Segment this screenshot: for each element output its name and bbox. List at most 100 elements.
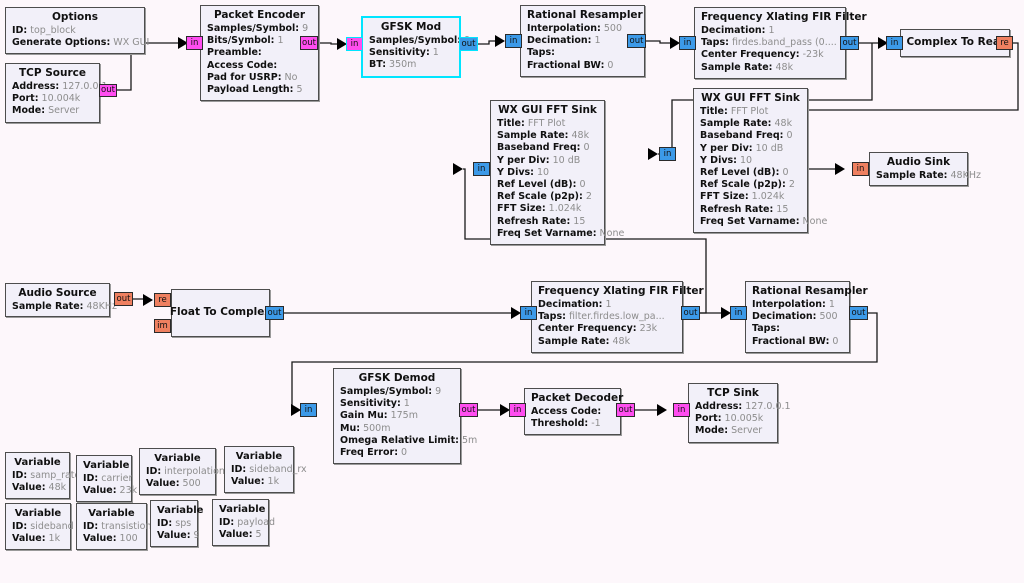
block-float-to-complex[interactable]: Float To Complex	[170, 289, 271, 337]
block-title: Variable	[83, 460, 130, 471]
block-title: Variable	[157, 505, 204, 516]
param-row: Decimation: 1	[538, 299, 612, 310]
block-fft-sink-right[interactable]: WX GUI FFT Sink Title: FFT Plot Sample R…	[693, 88, 827, 234]
param-row: Freq Error: 0	[340, 447, 408, 459]
block-packet-encoder[interactable]: Packet Encoder Samples/Symbol: 9 Bits/Sy…	[200, 5, 319, 102]
param-row: Baseband Freq: 0	[497, 142, 590, 154]
arrowhead	[657, 404, 667, 416]
param-row: Payload Length: 5	[207, 84, 303, 96]
port-out-gfsk-mod[interactable]: out	[459, 37, 478, 51]
param-row: ID: samp_rate	[12, 470, 81, 481]
port-in-gfsk-mod[interactable]: in	[346, 37, 363, 51]
block-variable-payload[interactable]: Variable ID: payload Value: 5	[212, 499, 276, 547]
block-title: Complex To Real	[906, 36, 1004, 48]
param-row: Port: 10.005k	[695, 413, 764, 425]
param-row: Value: 500	[146, 478, 201, 490]
block-title: Variable	[235, 451, 283, 462]
param-row: Fractional BW: 0	[527, 59, 614, 71]
flowgraph-canvas[interactable]: Options ID: top_block Generate Options: …	[0, 0, 1024, 583]
block-tcp-sink[interactable]: TCP Sink Address: 127.0.0.1 Port: 10.005…	[688, 383, 791, 443]
port-out-freq-xlating-fir-tx[interactable]: out	[840, 36, 859, 50]
arrowhead	[143, 294, 153, 306]
block-audio-source[interactable]: Audio Source Sample Rate: 48KHz	[5, 283, 117, 317]
param-row: Y Divs: 10	[700, 154, 753, 166]
param-row: Value: 48k	[12, 482, 67, 494]
port-in-freq-xlating-fir-rx[interactable]: in	[520, 306, 537, 320]
port-out-audio-source[interactable]: out	[114, 292, 133, 306]
param-row: FFT Size: 1.024k	[700, 191, 785, 203]
port-in-packet-decoder[interactable]: in	[509, 403, 526, 417]
block-variable-carrier[interactable]: Variable ID: carrier Value: 23k	[76, 455, 137, 503]
block-title: TCP Source	[19, 67, 86, 79]
param-row: Refresh Rate: 15	[497, 215, 586, 227]
param-row: Y per Div: 10 dB	[700, 142, 784, 154]
param-row: ID: top_block	[12, 25, 76, 36]
port-re-complex-to-real[interactable]: re	[996, 36, 1013, 50]
port-out-gfsk-demod[interactable]: out	[459, 403, 478, 417]
port-out-packet-decoder[interactable]: out	[616, 403, 635, 417]
arrowhead	[648, 148, 658, 160]
port-in-rational-resampler-rx[interactable]: in	[730, 306, 747, 320]
block-audio-sink[interactable]: Audio Sink Sample Rate: 48KHz	[869, 152, 981, 186]
block-gfsk-mod[interactable]: GFSK Mod Samples/Symbol: 9 Sensitivity: …	[361, 16, 470, 78]
block-title: Audio Source	[18, 287, 97, 299]
param-row: ID: interpolation	[146, 466, 225, 477]
block-title: Variable	[219, 504, 266, 515]
port-in-rational-resampler-tx[interactable]: in	[505, 34, 522, 48]
port-in-freq-xlating-fir-tx[interactable]: in	[679, 36, 696, 50]
param-row: Mode: Server	[695, 425, 763, 437]
block-variable-transistion[interactable]: Variable ID: transistion Value: 100	[76, 503, 152, 551]
param-row: Decimation: 500	[752, 311, 838, 323]
param-row: FFT Size: 1.024k	[497, 203, 582, 215]
param-row: ID: transistion	[83, 521, 152, 532]
block-variable-samp-rate[interactable]: Variable ID: samp_rate Value: 48k	[5, 452, 81, 500]
param-row: Sample Rate: 48k	[700, 118, 793, 130]
port-out-rational-resampler-rx[interactable]: out	[849, 306, 868, 320]
arrowhead	[453, 163, 463, 175]
port-in-fft-sink-left[interactable]: in	[473, 162, 490, 176]
param-row: Samples/Symbol: 9	[207, 23, 309, 34]
param-row: Sample Rate: 48k	[497, 130, 590, 142]
port-re-float-to-complex[interactable]: re	[154, 293, 171, 307]
block-complex-to-real[interactable]: Complex To Real	[900, 29, 1010, 57]
block-variable-interpolation[interactable]: Variable ID: interpolation Value: 500	[139, 448, 225, 496]
port-in-complex-to-real[interactable]: in	[886, 36, 903, 50]
param-row: Access Code:	[531, 406, 602, 417]
param-row: ID: carrier	[83, 473, 133, 484]
block-gfsk-demod[interactable]: GFSK Demod Samples/Symbol: 9 Sensitivity…	[333, 368, 477, 465]
port-out-rational-resampler-tx[interactable]: out	[627, 34, 646, 48]
block-tcp-source[interactable]: TCP Source Address: 127.0.0.1 Port: 10.0…	[5, 63, 108, 123]
param-row: Preamble:	[207, 47, 262, 59]
port-in-audio-sink[interactable]: in	[852, 162, 869, 176]
param-row: Mode: Server	[12, 105, 80, 117]
port-in-gfsk-demod[interactable]: in	[300, 403, 317, 417]
param-row: ID: sideband	[12, 521, 74, 532]
param-row: Pad for USRP: No	[207, 71, 298, 83]
param-row: Fractional BW: 0	[752, 335, 839, 347]
param-row: Title: FFT Plot	[497, 118, 566, 129]
block-fft-sink-left[interactable]: WX GUI FFT Sink Title: FFT Plot Sample R…	[490, 100, 624, 246]
param-row: Mu: 500m	[340, 422, 391, 434]
port-out-freq-xlating-fir-rx[interactable]: out	[681, 306, 700, 320]
block-variable-sideband[interactable]: Variable ID: sideband Value: 1k	[5, 503, 74, 551]
port-in-tcp-sink[interactable]: in	[673, 403, 690, 417]
port-out-tcp-source[interactable]: out	[99, 84, 117, 97]
block-rational-resampler-rx[interactable]: Rational Resampler Interpolation: 1 Deci…	[745, 281, 868, 353]
block-options[interactable]: Options ID: top_block Generate Options: …	[5, 7, 149, 55]
param-row: Decimation: 1	[527, 35, 601, 47]
port-in-packet-encoder[interactable]: in	[186, 36, 203, 50]
block-freq-xlating-fir-tx[interactable]: Frequency Xlating FIR Filter Decimation:…	[694, 7, 867, 79]
param-row: Samples/Symbol: 9	[369, 35, 470, 46]
block-freq-xlating-fir-rx[interactable]: Frequency Xlating FIR Filter Decimation:…	[531, 281, 704, 353]
param-row: Taps: filter.firdes.low_pa...	[538, 311, 665, 323]
param-row: ID: payload	[219, 517, 276, 528]
port-out-float-to-complex[interactable]: out	[265, 306, 284, 320]
block-variable-sps[interactable]: Variable ID: sps Value: 9	[150, 500, 204, 548]
port-in-fft-sink-right[interactable]: in	[659, 147, 676, 161]
param-row: Interpolation: 500	[527, 23, 623, 34]
port-out-packet-encoder[interactable]: out	[300, 36, 318, 50]
param-row: Value: 9	[157, 530, 200, 542]
port-im-float-to-complex[interactable]: im	[154, 319, 171, 333]
block-packet-decoder[interactable]: Packet Decoder Access Code: Threshold: -…	[524, 388, 623, 436]
block-variable-sideband-rx[interactable]: Variable ID: sideband_rx Value: 1k	[224, 446, 307, 494]
